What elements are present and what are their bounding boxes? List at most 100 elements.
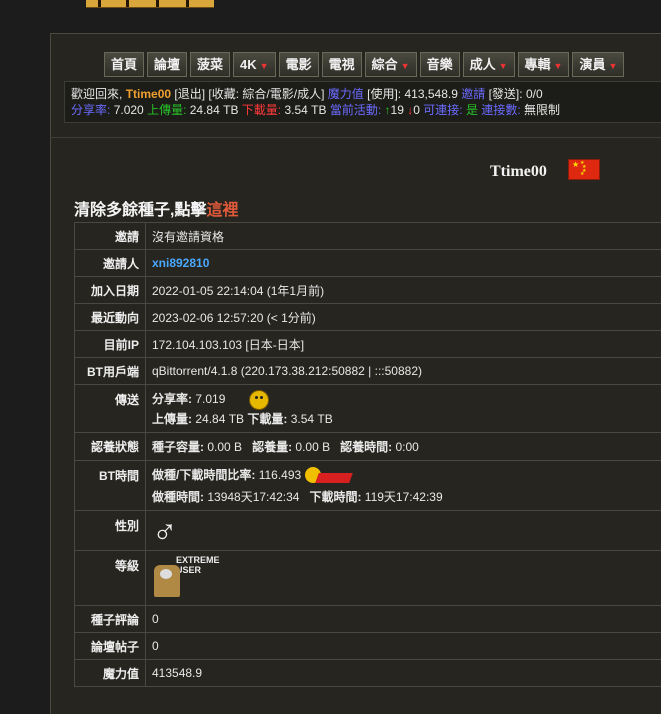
nav-item-10[interactable]: 演員▼: [572, 52, 624, 77]
row-label: 傳送: [75, 385, 146, 433]
upload-value: 24.84 TB: [190, 103, 239, 117]
transfer-up-label: 上傳量:: [152, 412, 192, 426]
magic-value: 413,548.9: [404, 87, 457, 101]
dropdown-arrow-icon: ▼: [554, 61, 563, 71]
nav-item-5[interactable]: 電視: [322, 52, 362, 77]
adopt-time-label: 認養時間:: [340, 440, 392, 454]
china-flag-icon: ★★★★★: [568, 159, 600, 180]
seed-leech-ratio-value: 116.493: [259, 468, 302, 482]
row-transfer: 傳送 分享率: 7.019 上傳量: 24.84 TB 下載量: 3.54 TB: [75, 385, 661, 433]
comments-count: 0: [146, 606, 661, 633]
seed-time-label: 做種時間:: [152, 490, 204, 504]
nav-item-label: 成人: [470, 57, 496, 72]
connections-label: 連接數:: [481, 103, 520, 117]
active-label: 當前活動:: [330, 103, 381, 117]
joined-date: 2022-01-05 22:14:04 (1年1月前): [146, 277, 661, 304]
nav-item-label: 電視: [329, 57, 355, 72]
nav-item-3[interactable]: 4K▼: [233, 52, 276, 77]
nav-item-8[interactable]: 成人▼: [463, 52, 515, 77]
row-label: 加入日期: [75, 277, 146, 304]
row-label: BT用戶端: [75, 358, 146, 385]
dropdown-arrow-icon: ▼: [401, 61, 410, 71]
favorites-link[interactable]: [收藏: 綜合/電影/成人]: [208, 87, 324, 101]
transfer-down-value: 3.54 TB: [291, 412, 333, 426]
adopt-amount-label: 認養量:: [252, 440, 292, 454]
rank-text: EXTREME USER: [176, 555, 242, 575]
row-comments: 種子評論 0: [75, 606, 661, 633]
main-nav: 首頁論壇菠菜4K▼電影電視綜合▼音樂成人▼專輯▼演員▼: [104, 52, 624, 77]
connectable-label: 可連接:: [423, 103, 462, 117]
ratio-value: 7.020: [114, 103, 144, 117]
row-magic: 魔力值 413548.9: [75, 660, 661, 687]
row-label: BT時間: [75, 461, 146, 511]
inviter-link[interactable]: xni892810: [152, 256, 209, 270]
nav-item-1[interactable]: 論壇: [147, 52, 187, 77]
download-label: 下載量:: [242, 103, 281, 117]
welcome-text: 歡迎回來,: [71, 87, 122, 101]
seed-capacity-value: 0.00 B: [207, 440, 242, 454]
site-logo[interactable]: [86, 0, 214, 8]
row-label: 種子評論: [75, 606, 146, 633]
nav-item-label: 4K: [240, 57, 257, 72]
dropdown-arrow-icon: ▼: [499, 61, 508, 71]
clean-seeds-text: 清除多餘種子,點擊: [74, 202, 206, 219]
nav-item-label: 音樂: [427, 57, 453, 72]
row-label: 等級: [75, 551, 146, 606]
profile-username: Ttime00: [490, 163, 547, 181]
logout-link[interactable]: [退出]: [174, 87, 205, 101]
invite-send-link[interactable]: [發送]:: [489, 87, 523, 101]
row-label: 性別: [75, 511, 146, 551]
last-action-date: 2023-02-06 12:57:20 (< 1分前): [146, 304, 661, 331]
transfer-ratio-value: 7.019: [195, 392, 225, 406]
nav-item-2[interactable]: 菠菜: [190, 52, 230, 77]
seed-time-value: 13948天17:42:34: [207, 490, 299, 504]
transfer-down-label: 下載量:: [247, 412, 287, 426]
magic-use-link[interactable]: [使用]:: [367, 87, 401, 101]
row-bttime: BT時間 做種/下載時間比率: 116.493 做種時間: 13948天17:4…: [75, 461, 661, 511]
row-label: 邀請人: [75, 250, 146, 277]
row-seedbonus: 認養狀態 種子容量: 0.00 B 認養量: 0.00 B 認養時間: 0:00: [75, 433, 661, 461]
transfer-up-value: 24.84 TB: [195, 412, 244, 426]
row-last-action: 最近動向 2023-02-06 12:57:20 (< 1分前): [75, 304, 661, 331]
client-info: qBittorrent/4.1.8 (220.173.38.212:50882 …: [146, 358, 661, 385]
clean-seeds-notice: 清除多餘種子,點擊這裡: [74, 196, 238, 220]
upload-label: 上傳量:: [147, 103, 186, 117]
nav-item-label: 專輯: [525, 57, 551, 72]
nav-item-label: 電影: [286, 57, 312, 72]
seed-capacity-label: 種子容量:: [152, 440, 204, 454]
clean-seeds-link[interactable]: 這裡: [206, 202, 238, 219]
row-label: 最近動向: [75, 304, 146, 331]
magic-points: 413548.9: [146, 660, 661, 687]
user-link[interactable]: Ttime00: [126, 87, 171, 101]
row-label: 認養狀態: [75, 433, 146, 461]
posts-count: 0: [146, 633, 661, 660]
row-gender: 性別 ♂: [75, 511, 661, 551]
dropdown-arrow-icon: ▼: [608, 61, 617, 71]
row-label: 邀請: [75, 223, 146, 250]
adopt-amount-value: 0.00 B: [295, 440, 330, 454]
invite-status: 沒有邀請資格: [146, 223, 661, 250]
profile-info-table: 邀請 沒有邀請資格 邀請人 xni892810 加入日期 2022-01-05 …: [74, 222, 661, 687]
extreme-user-rank-icon: EXTREME USER: [152, 555, 242, 601]
active-down-value: 0: [413, 103, 420, 117]
row-class: 等級 EXTREME USER: [75, 551, 661, 606]
invite-link[interactable]: 邀請: [461, 87, 485, 101]
connections-value: 無限制: [524, 103, 560, 117]
nav-item-label: 論壇: [154, 57, 180, 72]
nav-item-0[interactable]: 首頁: [104, 52, 144, 77]
row-posts: 論壇帖子 0: [75, 633, 661, 660]
row-label: 魔力值: [75, 660, 146, 687]
nav-item-7[interactable]: 音樂: [420, 52, 460, 77]
status-line-2: 分享率: 7.020 上傳量: 24.84 TB 下載量: 3.54 TB 當前…: [71, 102, 661, 118]
download-value: 3.54 TB: [284, 103, 326, 117]
row-label: 目前IP: [75, 331, 146, 358]
nav-item-label: 綜合: [372, 57, 398, 72]
ip-address: 172.104.103.103 [日本-日本]: [146, 331, 661, 358]
nav-item-4[interactable]: 電影: [279, 52, 319, 77]
nav-item-label: 首頁: [111, 57, 137, 72]
nav-item-6[interactable]: 綜合▼: [365, 52, 417, 77]
magic-label[interactable]: 魔力值: [328, 87, 364, 101]
dropdown-arrow-icon: ▼: [260, 61, 269, 71]
nav-item-label: 菠菜: [197, 57, 223, 72]
nav-item-9[interactable]: 專輯▼: [518, 52, 570, 77]
